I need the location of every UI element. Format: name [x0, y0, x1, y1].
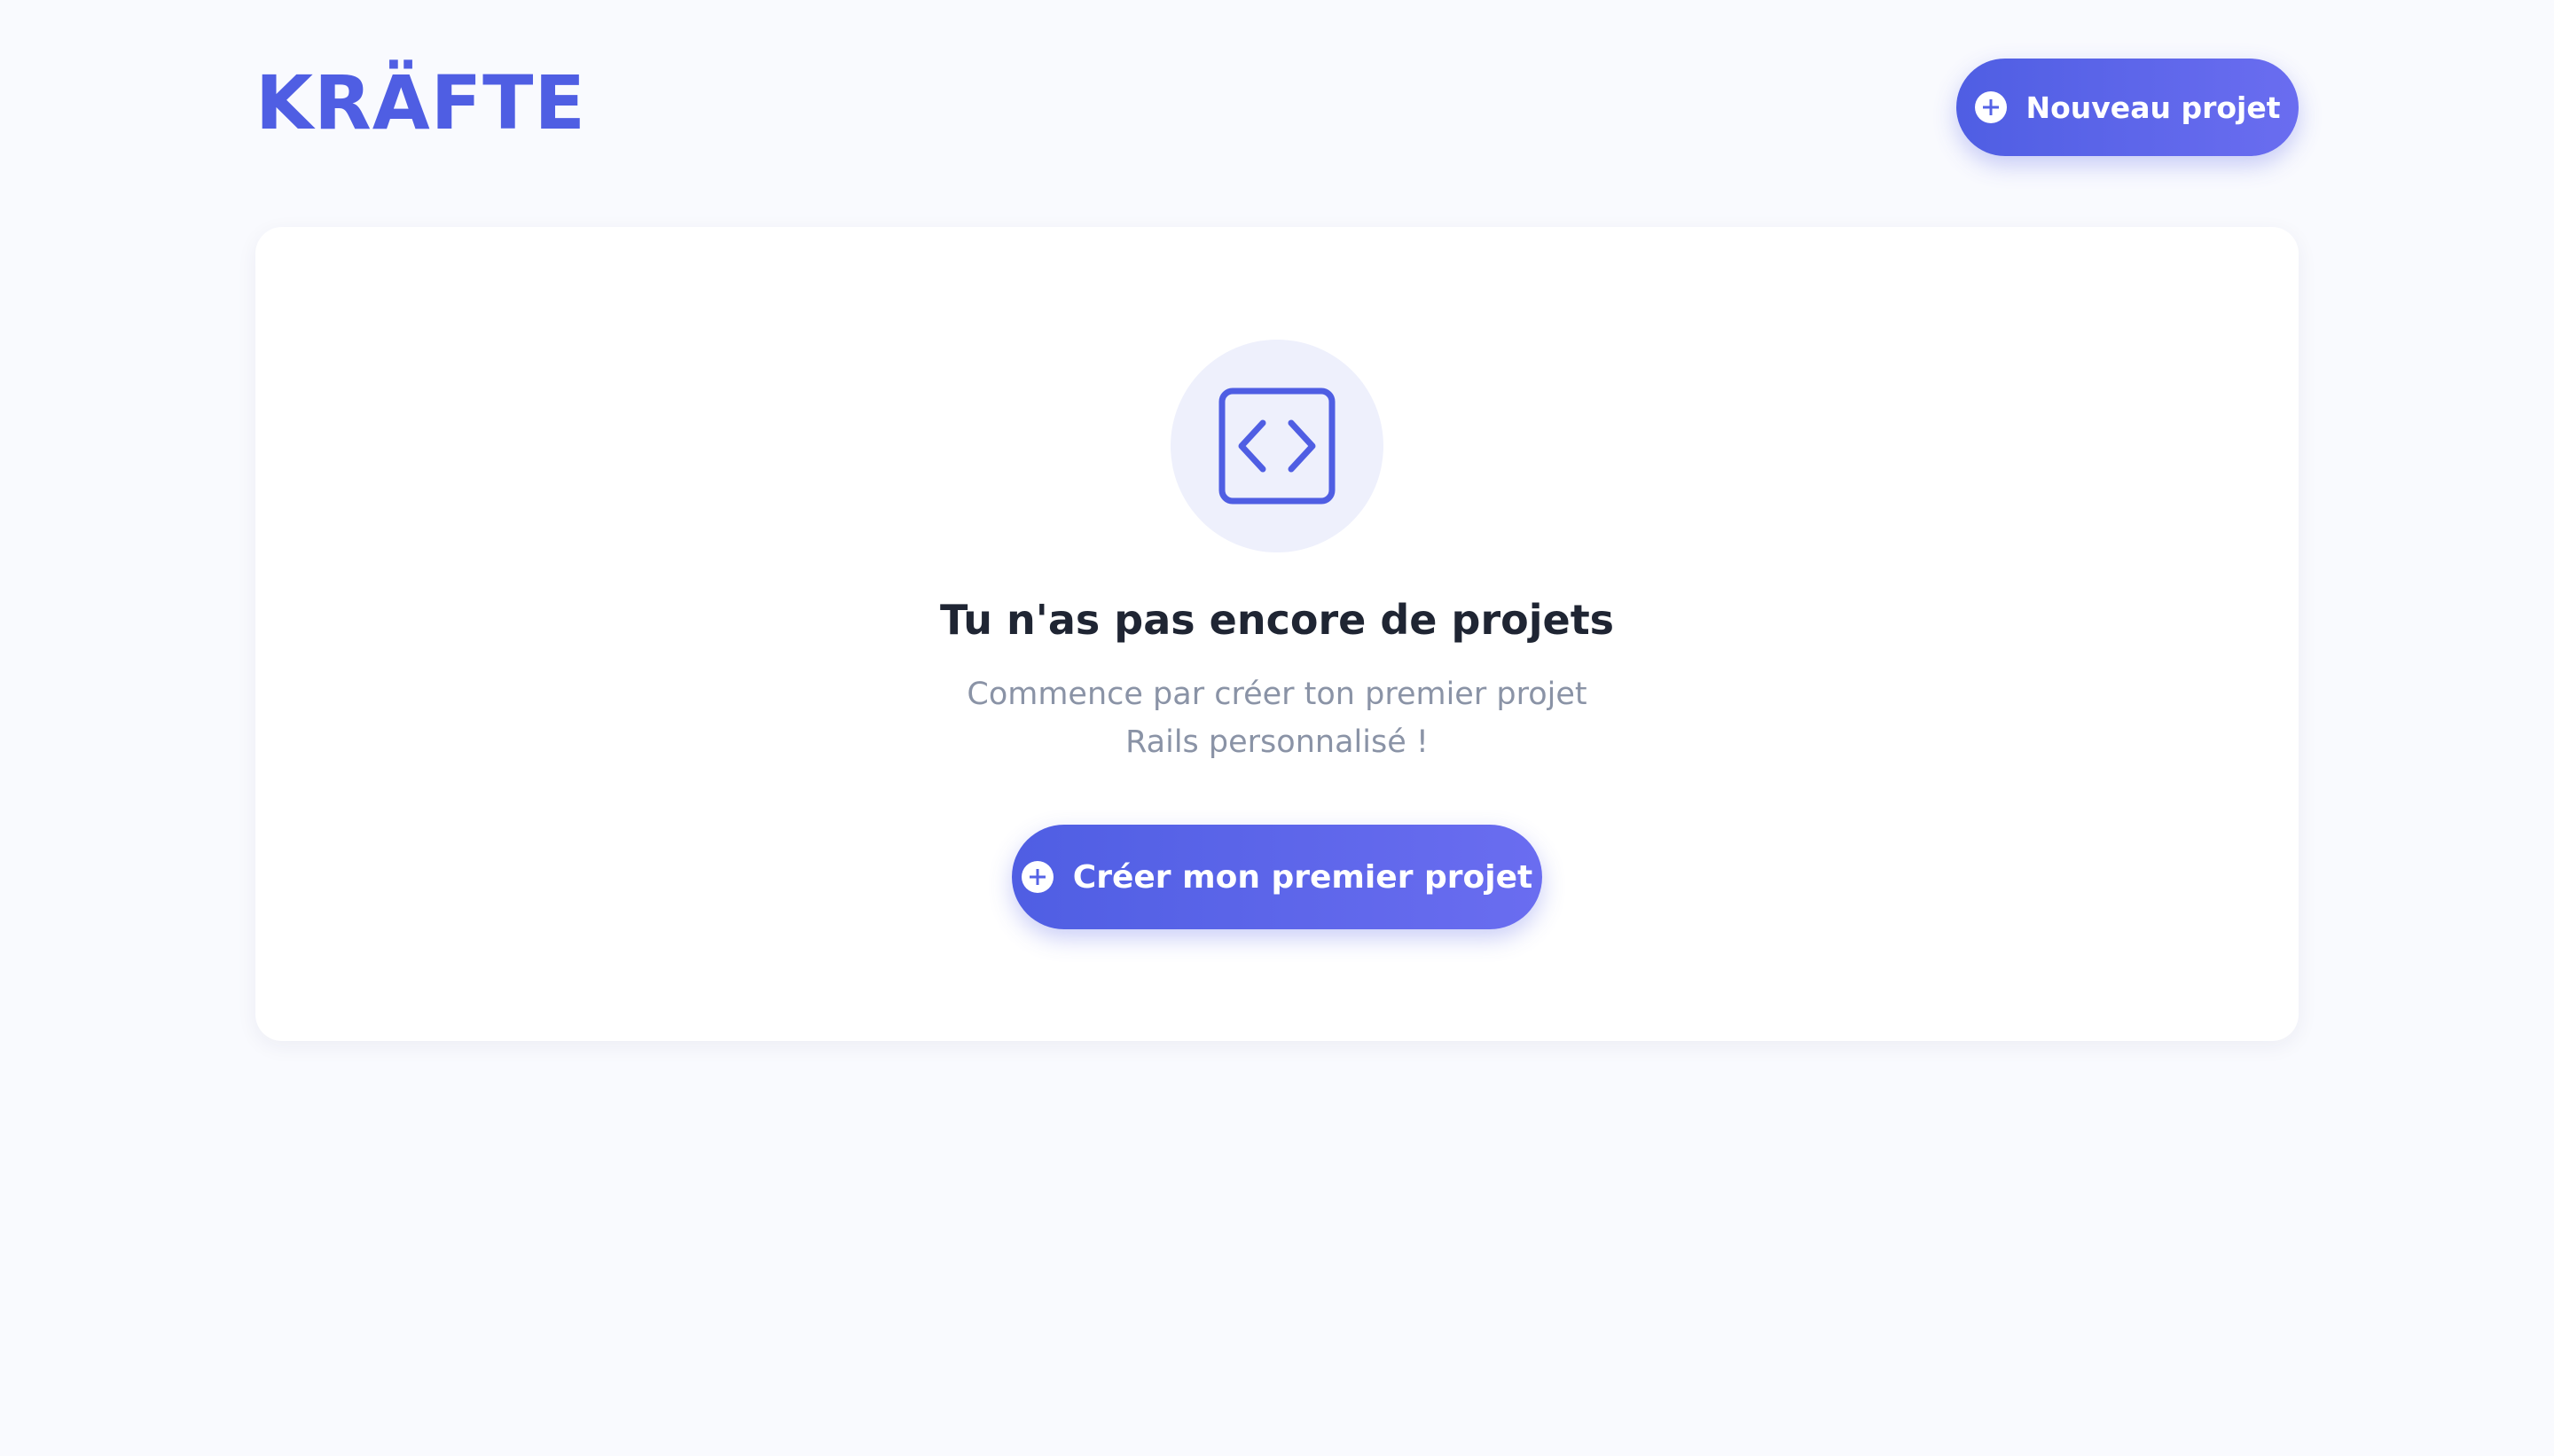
plus-circle-icon — [1021, 861, 1054, 893]
empty-state-title: Tu n'as pas encore de projets — [939, 596, 1615, 644]
app-header: KRÄFTE Nouveau projet — [0, 0, 2554, 213]
new-project-button-label: Nouveau projet — [2025, 90, 2281, 125]
create-first-project-button[interactable]: Créer mon premier projet — [1012, 825, 1542, 929]
app-logo[interactable]: KRÄFTE — [255, 59, 586, 147]
create-first-project-button-label: Créer mon premier projet — [1072, 858, 1533, 896]
code-icon — [1218, 387, 1336, 505]
empty-state-subtitle: Commence par créer ton premier projet Ra… — [967, 677, 1587, 760]
plus-circle-icon — [1974, 91, 2007, 123]
new-project-button[interactable]: Nouveau projet — [1956, 59, 2299, 156]
